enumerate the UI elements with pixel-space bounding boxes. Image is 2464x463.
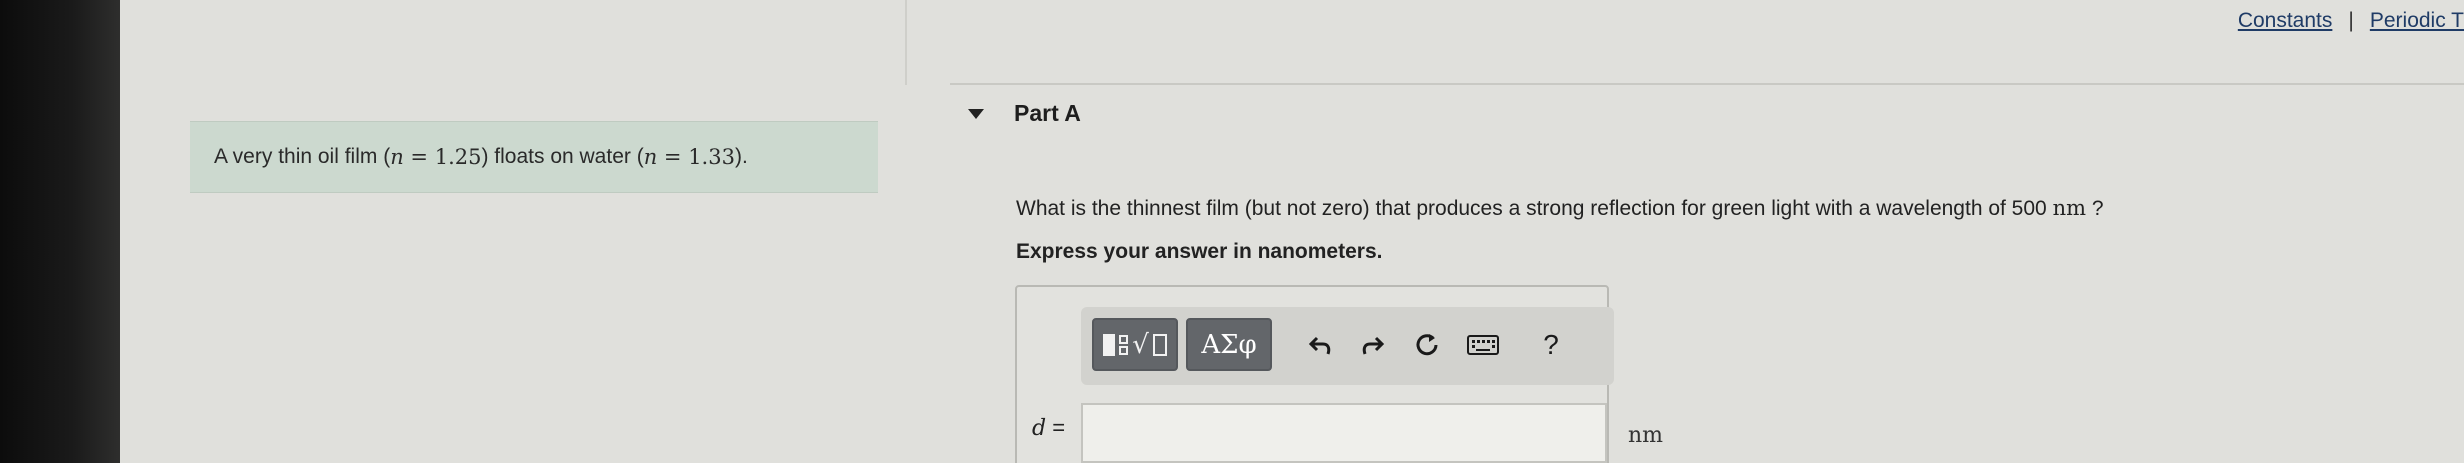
undo-icon[interactable] [1301,325,1341,365]
answer-equals: = [1046,415,1066,440]
answer-variable: d [1032,416,1047,441]
header-divider [950,83,2464,85]
n1-equals: = [403,145,435,169]
part-a-header[interactable]: Part A [968,100,1081,127]
question-text: What is the thinnest film (but not zero)… [1016,196,2104,221]
answer-variable-label: d = [1032,415,1065,441]
problem-text-suffix: ). [734,145,748,168]
screen-edge-shadow [0,0,120,463]
help-button[interactable]: ? [1531,325,1571,365]
n2-symbol: n [643,145,658,169]
answer-instruction: Express your answer in nanometers. [1016,240,1383,263]
symbols-button[interactable]: ΑΣφ [1186,318,1272,371]
n1-value: 1.25 [434,145,482,169]
problem-text-prefix: A very thin oil film ( [214,145,391,168]
n1-symbol: n [390,145,404,169]
collapse-caret-icon[interactable] [968,108,984,119]
answer-input[interactable] [1081,403,1607,463]
math-toolbar: √ ΑΣφ ? [1081,307,1614,385]
periodic-table-link[interactable]: Periodic T [2370,9,2464,32]
link-separator: | [2348,9,2354,32]
answer-unit: nm [1628,423,1664,448]
question-unit: nm [2052,196,2087,220]
constants-link[interactable]: Constants [2238,9,2333,32]
n2-equals: = [657,145,689,169]
top-links: Constants | Periodic T [2238,9,2464,33]
problem-text-middle: ) floats on water ( [481,145,644,168]
question-body: What is the thinnest film (but not zero)… [1016,197,2047,220]
part-title: Part A [1014,100,1081,126]
templates-icon: √ [1103,332,1167,358]
keyboard-icon[interactable] [1463,325,1503,365]
column-divider [905,0,907,85]
question-end: ? [2091,197,2104,220]
templates-button[interactable]: √ [1092,318,1178,371]
reset-icon[interactable] [1407,325,1447,365]
n2-value: 1.33 [688,145,735,169]
redo-icon[interactable] [1352,325,1392,365]
problem-statement: A very thin oil film (n = 1.25) floats o… [190,121,878,193]
